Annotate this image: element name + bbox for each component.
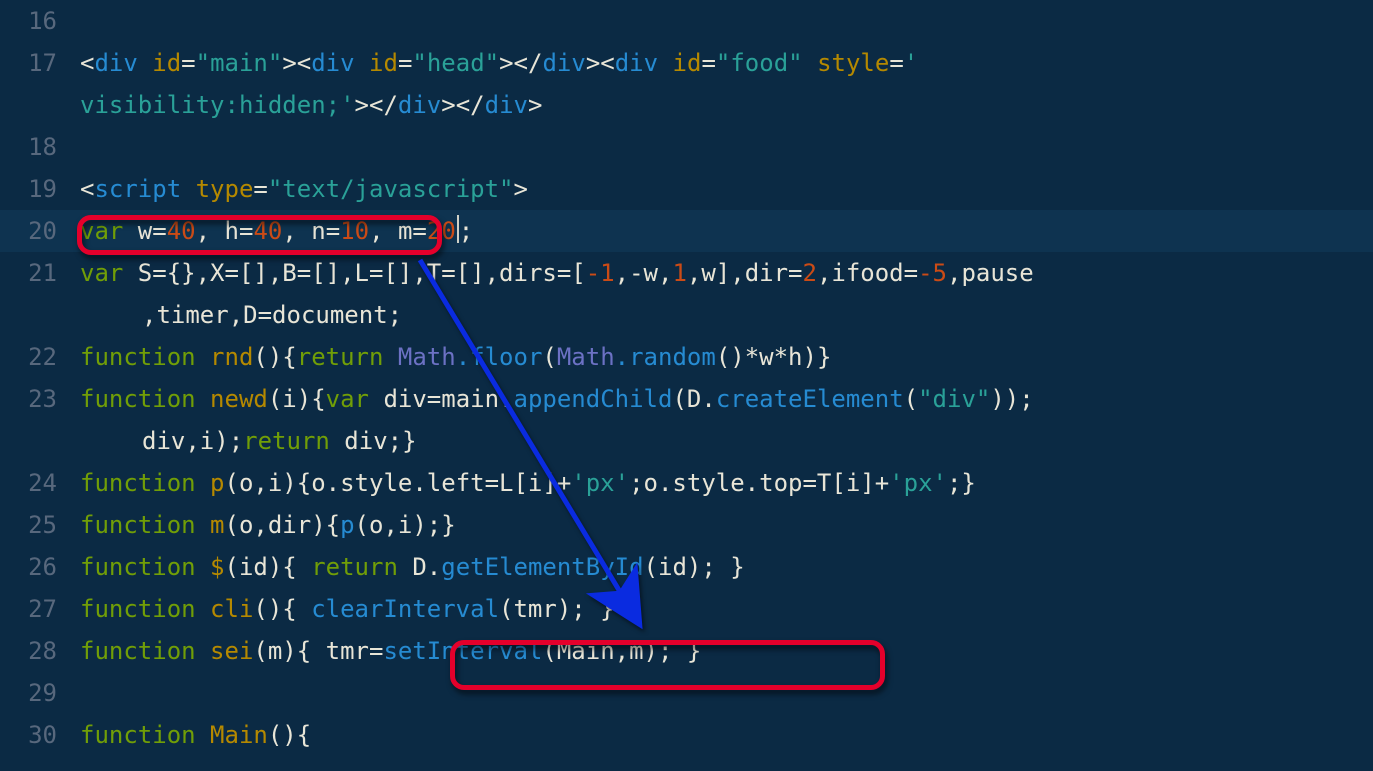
line-number: 20 [0,210,72,252]
line-number: 28 [0,630,72,672]
line-number: 27 [0,588,72,630]
code-content[interactable]: function cli(){ clearInterval(tmr); } [72,588,1373,630]
code-line[interactable]: 17 <div id="main"><div id="head"></div><… [0,42,1373,84]
code-content[interactable]: var S={},X=[],B=[],L=[],T=[],dirs=[-1,-w… [72,252,1373,294]
code-line[interactable]: 21 var S={},X=[],B=[],L=[],T=[],dirs=[-1… [0,252,1373,294]
code-content[interactable]: function rnd(){return Math.floor(Math.ra… [72,336,1373,378]
code-content[interactable]: function sei(m){ tmr=setInterval(Main,m)… [72,630,1373,672]
code-content[interactable]: function p(o,i){o.style.left=L[i]+'px';o… [72,462,1373,504]
code-content[interactable]: div,i);return div;} [72,420,1373,462]
code-line-wrap[interactable]: visibility:hidden;'></div></div> [0,84,1373,126]
code-line[interactable]: 25 function m(o,dir){p(o,i);} [0,504,1373,546]
code-editor[interactable]: 16 17 <div id="main"><div id="head"></di… [0,0,1373,771]
line-number: 18 [0,126,72,168]
code-line[interactable]: 16 [0,0,1373,42]
code-content[interactable]: function Main(){ [72,714,1373,756]
code-line-wrap[interactable]: div,i);return div;} [0,420,1373,462]
code-line[interactable]: 23 function newd(i){var div=main.appendC… [0,378,1373,420]
code-content[interactable]: <div id="main"><div id="head"></div><div… [72,42,1373,84]
code-line[interactable]: 30 function Main(){ [0,714,1373,756]
line-number: 22 [0,336,72,378]
code-line-wrap[interactable]: ,timer,D=document; [0,294,1373,336]
code-line[interactable]: 29 [0,672,1373,714]
line-number: 21 [0,252,72,294]
line-number: 30 [0,714,72,756]
code-line[interactable]: 18 [0,126,1373,168]
line-number: 26 [0,546,72,588]
line-number: 29 [0,672,72,714]
code-content[interactable]: visibility:hidden;'></div></div> [72,84,1373,126]
code-content[interactable]: function $(id){ return D.getElementById(… [72,546,1373,588]
line-number: 23 [0,378,72,420]
code-line[interactable]: 19 <script type="text/javascript"> [0,168,1373,210]
line-number: 25 [0,504,72,546]
line-number: 19 [0,168,72,210]
code-line[interactable]: 24 function p(o,i){o.style.left=L[i]+'px… [0,462,1373,504]
code-line[interactable]: 27 function cli(){ clearInterval(tmr); } [0,588,1373,630]
code-line[interactable]: 28 function sei(m){ tmr=setInterval(Main… [0,630,1373,672]
code-content[interactable]: var w=40, h=40, n=10, m=20; [72,210,1373,252]
code-content[interactable]: function newd(i){var div=main.appendChil… [72,378,1373,420]
code-content[interactable]: ,timer,D=document; [72,294,1373,336]
code-content[interactable]: <script type="text/javascript"> [72,168,1373,210]
code-line[interactable]: 26 function $(id){ return D.getElementBy… [0,546,1373,588]
line-number: 24 [0,462,72,504]
code-content[interactable]: function m(o,dir){p(o,i);} [72,504,1373,546]
line-number: 16 [0,0,72,42]
line-number: 17 [0,42,72,84]
code-line[interactable]: 22 function rnd(){return Math.floor(Math… [0,336,1373,378]
code-line-current[interactable]: 20 var w=40, h=40, n=10, m=20; [0,210,1373,252]
